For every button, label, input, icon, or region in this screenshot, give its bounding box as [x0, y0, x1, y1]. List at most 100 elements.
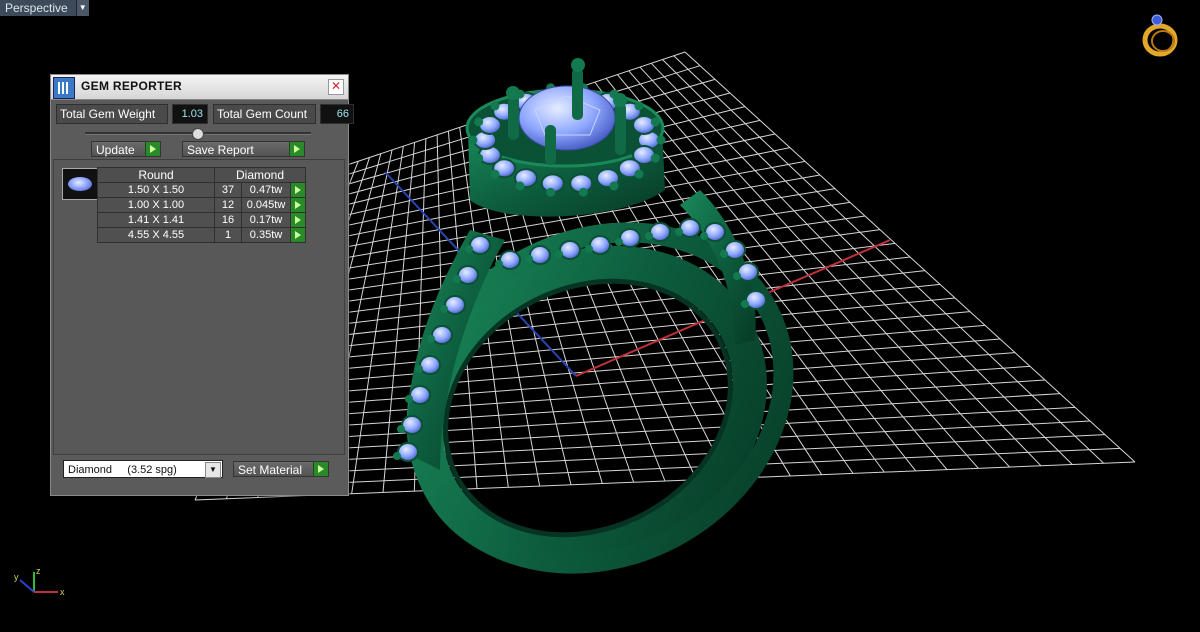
halo-gem	[632, 114, 657, 135]
close-icon[interactable]: ✕	[328, 79, 344, 95]
gem-count: 1	[214, 227, 242, 243]
chevron-down-icon[interactable]: ▼	[76, 0, 89, 16]
ring-model[interactable]	[358, 58, 842, 627]
table-row: 1.41 X 1.41 16 0.17tw	[97, 212, 306, 228]
viewport-label[interactable]: Perspective ▼	[0, 0, 89, 16]
total-gem-weight-value: 1.03	[172, 104, 208, 124]
prong	[656, 135, 666, 145]
table-row: 4.55 X 4.55 1 0.35tw	[97, 227, 306, 243]
gem-size: 4.55 X 4.55	[97, 227, 215, 243]
gem-size: 1.41 X 1.41	[97, 212, 215, 228]
gem-weight: 0.35tw	[241, 227, 291, 243]
prong	[427, 335, 435, 343]
prong	[741, 300, 749, 308]
prong	[609, 181, 619, 191]
prong	[585, 245, 593, 253]
axis-gizmo: z x y	[14, 566, 65, 597]
shank-gem	[704, 222, 726, 242]
material-select-value: Diamond (3.52 spg)	[68, 464, 177, 476]
prong	[465, 245, 473, 253]
prong	[555, 250, 563, 258]
shank-gem	[499, 250, 521, 270]
prong	[720, 250, 728, 258]
totals-row: Total Gem Weight 1.03 Total Gem Count 66	[56, 104, 354, 124]
chevron-down-icon[interactable]: ▼	[205, 462, 221, 478]
prong	[650, 153, 660, 163]
shank-gem	[724, 240, 746, 260]
table-row: 1.50 X 1.50 37 0.47tw	[97, 182, 306, 198]
shank-gem	[559, 240, 581, 260]
table-row: 1.00 X 1.00 12 0.045tw	[97, 197, 306, 213]
prong	[515, 181, 525, 191]
shank-gem	[401, 415, 423, 435]
prong	[415, 365, 423, 373]
select-row-button[interactable]	[290, 227, 306, 243]
prong	[393, 452, 401, 460]
save-report-label: Save Report	[187, 143, 254, 157]
dialog-titlebar[interactable]: GEM REPORTER ✕	[51, 75, 348, 100]
material-header: Diamond	[214, 167, 306, 183]
material-select[interactable]: Diamond (3.52 spg) ▼	[63, 460, 223, 478]
panel-slider[interactable]	[85, 128, 311, 140]
select-row-button[interactable]	[290, 197, 306, 213]
save-report-button[interactable]: Save Report	[182, 141, 305, 157]
gem-weight: 0.17tw	[241, 212, 291, 228]
prong	[634, 101, 644, 111]
shape-header: Round	[97, 167, 215, 183]
prong	[453, 275, 461, 283]
gem-size: 1.50 X 1.50	[97, 182, 215, 198]
shank-gem	[444, 295, 466, 315]
shank-gem	[649, 222, 671, 242]
total-gem-weight-label: Total Gem Weight	[56, 104, 168, 124]
select-row-button[interactable]	[290, 182, 306, 198]
gem-thumbnail-icon[interactable]	[62, 168, 98, 200]
gem-weight: 0.045tw	[241, 197, 291, 213]
set-material-label: Set Material	[238, 463, 303, 477]
gem-reporter-icon	[53, 77, 75, 99]
prong	[645, 232, 653, 240]
shank-gem	[431, 325, 453, 345]
gem-size: 1.00 X 1.00	[97, 197, 215, 213]
select-row-button[interactable]	[290, 212, 306, 228]
play-arrow-icon	[145, 142, 160, 156]
gem-reporter-dialog[interactable]: GEM REPORTER ✕ Total Gem Weight 1.03 Tot…	[50, 74, 354, 496]
gem-count: 37	[214, 182, 242, 198]
prong	[397, 425, 405, 433]
gem-weight: 0.47tw	[241, 182, 291, 198]
set-material-button[interactable]: Set Material	[233, 461, 329, 477]
prong	[468, 135, 478, 145]
gem-count: 12	[214, 197, 242, 213]
shank-gem	[589, 235, 611, 255]
shank-gem	[619, 228, 641, 248]
update-button[interactable]: Update	[91, 141, 161, 157]
z-axis-label: z	[36, 566, 41, 576]
slider-handle[interactable]	[192, 128, 204, 140]
shank-gem	[737, 262, 759, 282]
prong	[525, 255, 533, 263]
y-axis-label: y	[14, 572, 19, 582]
prong	[733, 272, 741, 280]
prong	[495, 260, 503, 268]
shank-gem	[745, 290, 767, 310]
viewport-name: Perspective	[0, 0, 77, 16]
shank-gem	[529, 245, 551, 265]
prong	[474, 153, 484, 163]
play-arrow-icon	[313, 462, 328, 476]
total-gem-count-label: Total Gem Count	[213, 104, 316, 124]
gem-count: 16	[214, 212, 242, 228]
prong	[490, 101, 500, 111]
grid-line	[245, 324, 986, 389]
prong	[440, 305, 448, 313]
grid-line	[255, 297, 956, 367]
prong	[700, 232, 708, 240]
y-axis-gizmo	[19, 579, 35, 593]
x-axis-label: x	[60, 587, 65, 597]
prong	[634, 169, 644, 179]
gem-list-panel: Round Diamond 1.50 X 1.50 37 0.47tw 1.00…	[53, 159, 345, 455]
total-gem-count-value: 66	[320, 104, 354, 124]
shank-gem	[409, 385, 431, 405]
prong	[615, 238, 623, 246]
shank-gem	[679, 218, 701, 238]
gem-table: Round Diamond 1.50 X 1.50 37 0.47tw 1.00…	[97, 167, 306, 243]
prong	[405, 395, 413, 403]
